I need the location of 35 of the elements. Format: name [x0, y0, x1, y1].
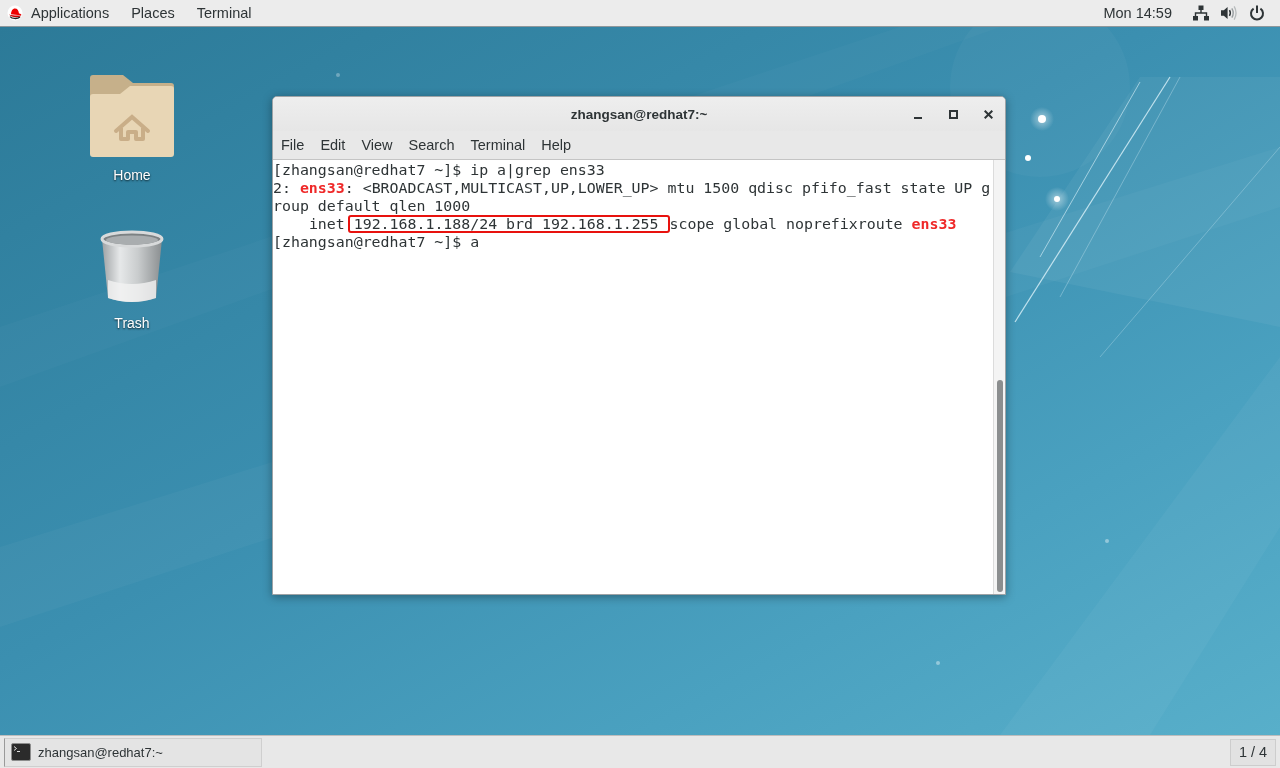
hat-logo-icon [7, 5, 23, 21]
boxed-address-text: 192.168.1.188/24 brd 192.168.1.255 [347, 215, 670, 233]
top-bar-menu[interactable]: Places [120, 0, 186, 26]
home-folder-icon [90, 75, 174, 157]
clock[interactable]: Mon 14:59 [1103, 5, 1172, 21]
workspace-switcher[interactable]: 1 / 4 [1230, 738, 1276, 766]
terminal-text: : <BROADCAST,MULTICAST,UP,LOWER_UP> mtu 1500 qdisc pfifo_fast state UP g [344, 179, 991, 197]
top-bar-menu[interactable]: Applications [0, 0, 121, 26]
network-icon[interactable] [1193, 5, 1209, 21]
interface-name: ens33 [911, 215, 957, 233]
menu-item[interactable]: File [273, 131, 313, 159]
menu-item[interactable]: Help [533, 131, 580, 159]
taskbar-window-button[interactable]: zhangsan@redhat7:~ [4, 737, 262, 767]
top-bar-menu[interactable]: Terminal [185, 0, 263, 26]
scrollbar-thumb[interactable] [997, 380, 1003, 592]
menu-item[interactable]: Search [400, 131, 463, 159]
terminal-text: scope global noprefixroute [669, 215, 903, 233]
maximize-icon [948, 109, 958, 119]
volume-icon[interactable] [1221, 5, 1237, 21]
terminal-text: [zhangsan@redhat7 ~]$ a [273, 233, 480, 251]
terminal-icon [11, 743, 31, 761]
terminal-text: 2: [273, 179, 291, 197]
interface-name: ens33 [299, 179, 345, 197]
terminal-text: roup default qlen 1000 [273, 197, 471, 215]
terminal-text: inet [308, 215, 345, 233]
terminal-text: [zhangsan@redhat7 ~]$ ip a|grep ens33 [273, 161, 605, 179]
power-icon[interactable] [1249, 5, 1265, 21]
desktop-shortcut[interactable]: Trash [99, 230, 165, 331]
minimize-icon [914, 117, 922, 119]
menu-item[interactable]: View [353, 131, 401, 159]
desktop-shortcut[interactable]: Home [90, 75, 174, 183]
window-title: zhangsan@redhat7:~ [570, 106, 708, 122]
menu-item[interactable]: Terminal [462, 131, 534, 159]
menu-item[interactable]: Edit [312, 131, 354, 159]
close-icon [983, 109, 993, 119]
